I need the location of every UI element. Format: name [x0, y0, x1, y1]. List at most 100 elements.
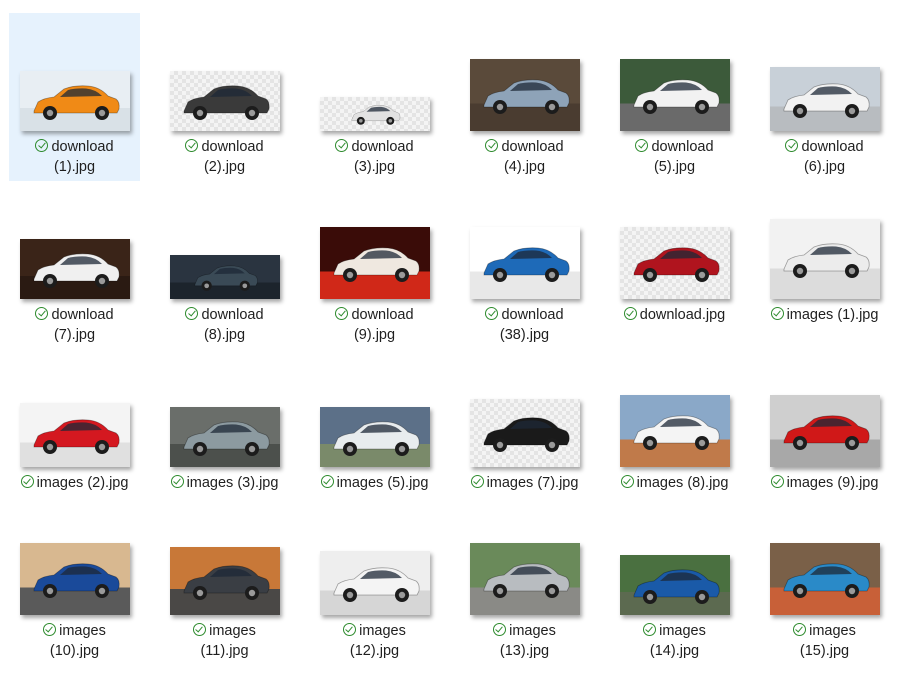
- car-icon: [333, 247, 420, 282]
- file-name-line2: (4).jpg: [503, 159, 546, 175]
- file-name-text: images: [659, 623, 706, 639]
- file-grid: download (1).jpg download (2).jpg download (3…: [9, 13, 890, 665]
- file-item[interactable]: images (9).jpg: [759, 349, 890, 517]
- thumbnail-container: [309, 349, 440, 467]
- car-thumbnail-image: [169, 255, 280, 299]
- car-thumbnail-image: [769, 67, 880, 131]
- file-item[interactable]: images (10).jpg: [9, 497, 140, 665]
- car-icon: [483, 79, 570, 114]
- thumbnail-container: [159, 181, 290, 299]
- file-item[interactable]: download (5).jpg: [609, 13, 740, 181]
- file-item[interactable]: download (4).jpg: [459, 13, 590, 181]
- file-item[interactable]: images (13).jpg: [459, 497, 590, 665]
- car-thumbnail-image: [319, 97, 430, 131]
- file-name-text: images: [59, 623, 106, 639]
- file-item[interactable]: download (2).jpg: [159, 13, 290, 181]
- file-item[interactable]: images (12).jpg: [309, 497, 440, 665]
- file-name-line1: images (2).jpg: [9, 473, 140, 493]
- car-icon: [633, 79, 720, 114]
- car-thumbnail-image: [469, 227, 580, 299]
- car-thumbnail-image: [169, 547, 280, 615]
- file-name-line2: (6).jpg: [803, 159, 846, 175]
- file-item[interactable]: images (5).jpg: [309, 349, 440, 517]
- car-thumbnail-image: [469, 543, 580, 615]
- thumbnail-container: [159, 349, 290, 467]
- file-name-line1: download: [9, 305, 140, 325]
- file-item[interactable]: download (9).jpg: [309, 181, 440, 349]
- file-name-line1: images: [459, 621, 590, 641]
- sync-status-check-icon: [43, 623, 57, 636]
- file-name-text: images (8).jpg: [636, 475, 729, 491]
- file-name-label: download (6).jpg: [759, 137, 890, 177]
- car-icon: [633, 247, 720, 282]
- file-item[interactable]: download (8).jpg: [159, 181, 290, 349]
- file-item[interactable]: download.jpg: [609, 181, 740, 349]
- file-name-text: images: [809, 623, 856, 639]
- file-item[interactable]: images (7).jpg: [459, 349, 590, 517]
- file-name-text: download: [201, 307, 264, 323]
- car-icon: [33, 563, 120, 598]
- file-item[interactable]: download (38).jpg: [459, 181, 590, 349]
- file-item[interactable]: images (2).jpg: [9, 349, 140, 517]
- car-thumbnail-image: [19, 543, 130, 615]
- thumbnail-container: [9, 497, 140, 615]
- thumbnail-container: [159, 497, 290, 615]
- car-thumbnail-image: [169, 71, 280, 131]
- sync-status-check-icon: [185, 307, 199, 320]
- car-icon: [783, 83, 870, 118]
- file-name-line1: images: [309, 621, 440, 641]
- car-thumbnail-image: [319, 407, 430, 467]
- thumbnail-container: [459, 349, 590, 467]
- thumbnail-container: [759, 181, 890, 299]
- sync-status-check-icon: [320, 475, 334, 488]
- thumbnail-container: [609, 181, 740, 299]
- car-icon: [183, 421, 270, 456]
- file-name-line2: (3).jpg: [353, 159, 396, 175]
- file-name-line1: images: [9, 621, 140, 641]
- sync-status-check-icon: [770, 307, 784, 320]
- car-icon: [483, 247, 570, 282]
- file-name-label: download (5).jpg: [609, 137, 740, 177]
- file-item[interactable]: download (7).jpg: [9, 181, 140, 349]
- file-name-text: images: [359, 623, 406, 639]
- file-item[interactable]: images (11).jpg: [159, 497, 290, 665]
- file-name-text: download: [51, 307, 114, 323]
- sync-status-check-icon: [643, 623, 657, 636]
- file-name-label: download (7).jpg: [9, 305, 140, 345]
- file-name-line1: download: [609, 137, 740, 157]
- sync-status-check-icon: [485, 307, 499, 320]
- file-item[interactable]: images (3).jpg: [159, 349, 290, 517]
- thumbnail-container: [159, 13, 290, 131]
- car-icon: [333, 567, 420, 602]
- car-icon: [351, 105, 400, 125]
- file-name-label: images (5).jpg: [309, 473, 440, 493]
- file-name-text: images: [209, 623, 256, 639]
- file-name-text: download: [801, 139, 864, 155]
- car-icon: [483, 417, 570, 452]
- file-name-line2: (5).jpg: [653, 159, 696, 175]
- thumbnail-container: [9, 349, 140, 467]
- file-item[interactable]: download (6).jpg: [759, 13, 890, 181]
- sync-status-check-icon: [193, 623, 207, 636]
- file-item[interactable]: images (8).jpg: [609, 349, 740, 517]
- car-icon: [783, 563, 870, 598]
- car-thumbnail-image: [769, 543, 880, 615]
- file-name-line1: download: [459, 137, 590, 157]
- file-name-text: download: [501, 307, 564, 323]
- car-thumbnail-image: [769, 219, 880, 299]
- file-name-line1: images: [759, 621, 890, 641]
- file-name-text: images (7).jpg: [486, 475, 579, 491]
- file-name-label: images (14).jpg: [609, 621, 740, 661]
- sync-status-check-icon: [793, 623, 807, 636]
- file-name-line2: (15).jpg: [799, 643, 850, 659]
- car-thumbnail-image: [619, 227, 730, 299]
- file-name-text: images (9).jpg: [786, 475, 879, 491]
- car-thumbnail-image: [19, 403, 130, 467]
- file-item[interactable]: download (1).jpg: [9, 13, 140, 181]
- file-item[interactable]: images (14).jpg: [609, 497, 740, 665]
- file-item[interactable]: images (1).jpg: [759, 181, 890, 349]
- file-name-line1: download: [309, 305, 440, 325]
- car-thumbnail-image: [469, 399, 580, 467]
- file-item[interactable]: download (3).jpg: [309, 13, 440, 181]
- file-item[interactable]: images (15).jpg: [759, 497, 890, 665]
